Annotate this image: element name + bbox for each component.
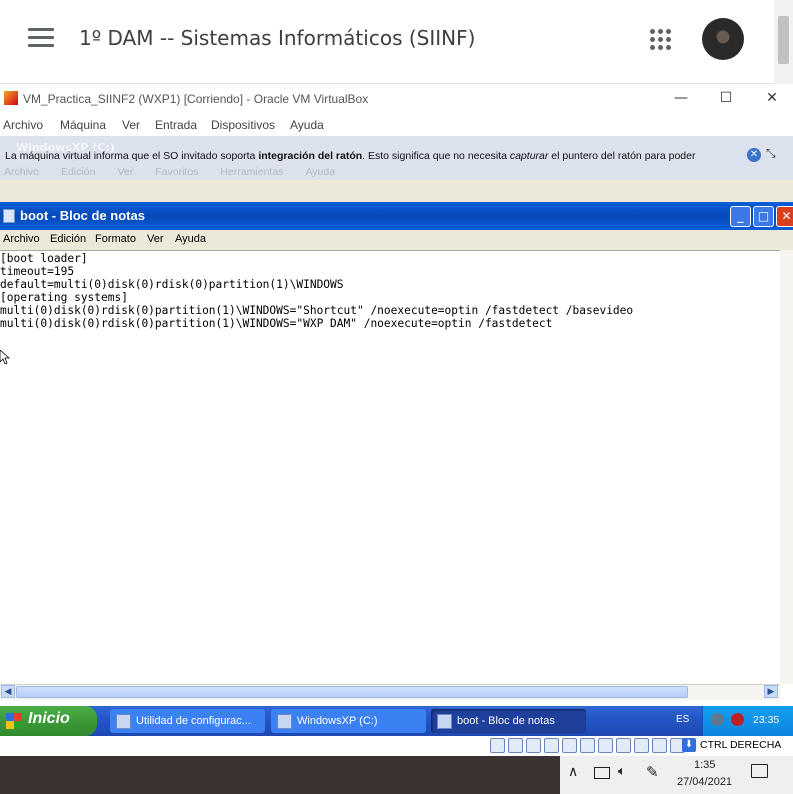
usb-icon[interactable] xyxy=(562,738,577,753)
apps-grid-icon[interactable] xyxy=(650,29,672,51)
network-icon[interactable] xyxy=(594,767,610,779)
vbox-maximize-button[interactable]: ☐ xyxy=(711,88,741,108)
vbox-menu-archivo[interactable]: Archivo xyxy=(3,118,43,132)
course-title[interactable]: 1º DAM -- Sistemas Informáticos (SIINF) xyxy=(79,26,475,50)
pen-icon[interactable]: ✎ xyxy=(646,763,659,781)
notepad-minimize-button[interactable]: _ xyxy=(730,206,751,227)
notification-toggle-icon[interactable]: ⤡ xyxy=(766,146,780,160)
host-key-label: CTRL DERECHA xyxy=(700,739,782,751)
xp-explorer-toolbar xyxy=(0,180,793,202)
optical-drive-icon[interactable] xyxy=(508,738,523,753)
task-utilidad-configuracion[interactable]: Utilidad de configurac... xyxy=(110,709,265,733)
notification-text: La máquina virtual informa que el SO inv… xyxy=(5,150,696,162)
shared-folders-icon[interactable] xyxy=(580,738,595,753)
windows-logo-icon xyxy=(6,713,22,729)
notepad-menu-edicion[interactable]: Edición xyxy=(50,233,86,245)
notepad-icon xyxy=(3,209,15,223)
display-icon[interactable] xyxy=(598,738,613,753)
vbox-window-title: VM_Practica_SIINF2 (WXP1) [Corriendo] - … xyxy=(23,92,369,106)
start-label: Inicio xyxy=(28,710,70,727)
hard-disk-icon[interactable] xyxy=(490,738,505,753)
network-icon[interactable] xyxy=(711,713,724,726)
vbox-status-icons xyxy=(490,738,685,753)
virtualbox-icon xyxy=(4,91,18,105)
system-date[interactable]: 27/04/2021 xyxy=(677,776,732,788)
notepad-menubar: Archivo Edición Formato Ver Ayuda xyxy=(0,230,793,250)
vbox-minimize-button[interactable]: — xyxy=(666,88,696,108)
notepad-vertical-scrollbar[interactable] xyxy=(780,250,793,684)
show-hidden-icons-chevron-icon[interactable]: ∧ xyxy=(568,764,578,780)
language-indicator[interactable]: ES xyxy=(676,714,689,725)
notepad-icon xyxy=(437,714,452,729)
vbox-close-button[interactable]: ✕ xyxy=(757,88,787,108)
security-shield-icon[interactable] xyxy=(731,713,744,726)
vbox-menu-ver[interactable]: Ver xyxy=(122,118,140,132)
page-scrollbar[interactable] xyxy=(774,0,793,84)
task-boot-notepad[interactable]: boot - Bloc de notas xyxy=(431,709,586,733)
host-key-arrow-icon: ⬇ xyxy=(682,738,696,752)
notepad-title: boot - Bloc de notas xyxy=(20,208,145,223)
horizontal-scroll-thumb[interactable] xyxy=(16,686,688,698)
notepad-maximize-button[interactable]: □ xyxy=(753,206,774,227)
text-line: multi(0)disk(0)rdisk(0)partition(1)\WIND… xyxy=(0,304,634,317)
vbox-menu-ayuda[interactable]: Ayuda xyxy=(290,118,324,132)
notification-center-icon[interactable] xyxy=(751,764,768,778)
cpu-icon[interactable] xyxy=(634,738,649,753)
notepad-close-button[interactable]: ✕ xyxy=(776,206,793,227)
mouse-integration-icon[interactable] xyxy=(652,738,667,753)
windows10-taskbar-left xyxy=(0,756,560,794)
vbox-menu-dispositivos[interactable]: Dispositivos xyxy=(211,118,275,132)
vbox-menu-maquina[interactable]: Máquina xyxy=(60,118,106,132)
audio-icon[interactable] xyxy=(526,738,541,753)
notification-close-icon[interactable]: ✕ xyxy=(747,148,761,162)
msconfig-icon xyxy=(116,714,131,729)
drive-icon xyxy=(277,714,292,729)
mouse-pointer-icon xyxy=(0,350,10,364)
hamburger-menu-icon[interactable] xyxy=(28,28,54,50)
ghost-explorer-menu: Archivo Edición Ver Favoritos Herramientas Ay… xyxy=(4,166,336,178)
notepad-menu-archivo[interactable]: Archivo xyxy=(3,233,40,245)
video-capture-icon[interactable] xyxy=(616,738,631,753)
notepad-menu-ayuda[interactable]: Ayuda xyxy=(175,233,206,245)
vbox-menubar: Archivo Máquina Ver Entrada Dispositivos… xyxy=(0,114,793,136)
notepad-menu-ver[interactable]: Ver xyxy=(147,233,164,245)
scroll-right-icon[interactable]: ▶ xyxy=(764,685,778,698)
xp-clock[interactable]: 23:35 xyxy=(753,714,779,726)
volume-icon[interactable]: 🔈︎ xyxy=(618,764,626,779)
network-adapter-icon[interactable] xyxy=(544,738,559,753)
task-windowsxp-c[interactable]: WindowsXP (C:) xyxy=(271,709,426,733)
notepad-menu-formato[interactable]: Formato xyxy=(95,233,136,245)
user-avatar[interactable] xyxy=(702,18,744,60)
text-line: [boot loader] xyxy=(0,252,88,265)
text-line: default=multi(0)disk(0)rdisk(0)partition… xyxy=(0,278,344,291)
text-line: [operating systems] xyxy=(0,291,128,304)
text-line: multi(0)disk(0)rdisk(0)partition(1)\WIND… xyxy=(0,317,553,330)
notepad-content[interactable]: [boot loader] timeout=195 default=multi(0)… xyxy=(0,252,633,330)
scroll-left-icon[interactable]: ◀ xyxy=(1,685,15,698)
vbox-menu-entrada[interactable]: Entrada xyxy=(155,118,197,132)
system-time[interactable]: 1:35 xyxy=(694,759,715,771)
text-line: timeout=195 xyxy=(0,265,75,278)
